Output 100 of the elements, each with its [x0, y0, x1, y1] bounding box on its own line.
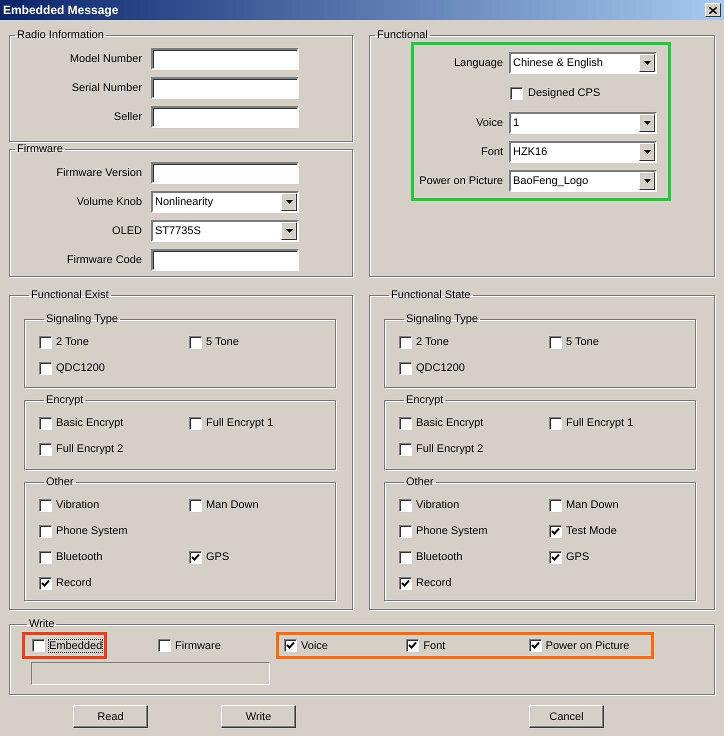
caret-icon: [644, 150, 650, 154]
checkbox-label: Record: [416, 577, 452, 589]
dropdown-arrow-button[interactable]: [639, 54, 655, 72]
field-label: OLED: [111, 225, 142, 237]
checkbox-label: Basic Encrypt: [416, 417, 484, 429]
field-label: Power on Picture: [418, 175, 503, 187]
checkbox-label: Bluetooth: [56, 551, 102, 563]
checkbox[interactable]: [549, 550, 562, 564]
checkbox[interactable]: [284, 639, 297, 652]
text-field[interactable]: [151, 106, 299, 128]
checkbox[interactable]: [549, 498, 562, 512]
checkbox[interactable]: [406, 639, 420, 652]
dropdown-arrow-button[interactable]: [639, 114, 655, 132]
dropdown[interactable]: HZK16: [509, 141, 657, 163]
checkbox[interactable]: [399, 416, 412, 430]
group-title: Signaling Type: [45, 313, 119, 326]
group-title: Other: [45, 476, 75, 489]
checkbox[interactable]: [399, 550, 412, 564]
checkbox[interactable]: [39, 442, 52, 456]
group-title: Other: [405, 476, 435, 489]
close-icon: [709, 6, 717, 14]
group-title: Radio Information: [16, 29, 105, 42]
checkbox[interactable]: [189, 416, 202, 430]
window-title: Embedded Message: [3, 3, 118, 17]
text-field[interactable]: [151, 77, 299, 99]
dropdown-arrow-button[interactable]: [639, 143, 655, 161]
checkbox[interactable]: [39, 550, 52, 564]
checkbox[interactable]: [158, 639, 171, 652]
dropdown[interactable]: BaoFeng_Logo: [509, 170, 657, 192]
group-title: Functional State: [390, 289, 472, 302]
dropdown-arrow-button[interactable]: [639, 172, 655, 190]
checkbox-label: Basic Encrypt: [56, 417, 124, 429]
checkbox-label: Man Down: [566, 499, 619, 511]
text-field[interactable]: [151, 249, 299, 271]
checkbox-label: Firmware: [175, 640, 221, 652]
dropdown[interactable]: ST7735S: [151, 220, 299, 242]
dropdown-arrow-button[interactable]: [281, 222, 297, 240]
checkbox-label: Vibration: [56, 499, 100, 511]
dropdown[interactable]: 1: [509, 112, 657, 134]
checkbox[interactable]: [39, 576, 52, 590]
checkbox[interactable]: [528, 639, 542, 652]
checkbox[interactable]: [189, 336, 202, 348]
checkbox-label: Phone System: [416, 525, 488, 537]
checkbox[interactable]: [39, 498, 52, 512]
checkbox-label: GPS: [206, 551, 230, 563]
dropdown[interactable]: Chinese & English: [509, 52, 657, 74]
group-title: Encrypt: [45, 394, 84, 407]
checkbox[interactable]: [189, 498, 202, 512]
caret-icon: [286, 229, 292, 233]
checkbox-label: Vibration: [416, 499, 460, 511]
checkbox[interactable]: [549, 416, 562, 430]
checkbox[interactable]: [399, 362, 412, 374]
dialog-button[interactable]: Write: [221, 705, 296, 728]
field-label: Firmware Version: [55, 167, 142, 179]
checkbox[interactable]: [549, 524, 562, 538]
checkbox[interactable]: [510, 86, 523, 100]
checkbox-label: Record: [56, 577, 92, 589]
caret-icon: [286, 200, 292, 204]
checkbox[interactable]: [39, 336, 52, 348]
dropdown[interactable]: Nonlinearity: [151, 191, 299, 213]
caret-icon: [644, 61, 650, 65]
checkbox[interactable]: [399, 442, 412, 456]
group-title: Write: [28, 618, 56, 631]
dropdown-arrow-button[interactable]: [281, 193, 297, 211]
checkbox[interactable]: [39, 416, 52, 430]
checkbox-label: Voice: [301, 640, 328, 652]
checkbox-label: 5 Tone: [566, 336, 599, 348]
checkbox[interactable]: [39, 362, 52, 374]
checkbox[interactable]: [189, 550, 202, 564]
field-label: Volume Knob: [76, 196, 142, 208]
text-field[interactable]: [151, 162, 299, 184]
checkbox-label: 2 Tone: [416, 336, 449, 348]
checkbox[interactable]: [399, 524, 412, 538]
group-title: Signaling Type: [405, 313, 479, 326]
checkbox-label: Phone System: [56, 525, 128, 537]
caret-icon: [644, 121, 650, 125]
group-title: Functional: [376, 29, 429, 42]
group-title: Functional Exist: [30, 289, 110, 302]
field-label: Seller: [112, 111, 142, 123]
dialog-button[interactable]: Read: [73, 705, 148, 728]
checkbox-label: Full Encrypt 1: [566, 417, 634, 429]
field-label: Model Number: [68, 53, 142, 65]
close-button[interactable]: [705, 3, 721, 17]
checkbox[interactable]: [399, 336, 412, 348]
checkbox[interactable]: [399, 576, 412, 590]
text-field[interactable]: [151, 48, 299, 70]
checkbox[interactable]: [32, 639, 45, 652]
caret-icon: [644, 179, 650, 183]
checkbox-label: Full Encrypt 2: [56, 443, 124, 455]
group-title: Firmware: [16, 143, 64, 156]
checkbox[interactable]: [399, 498, 412, 512]
dialog-button[interactable]: Cancel: [529, 705, 604, 728]
checkbox-label: Embedded: [49, 640, 102, 652]
checkbox-label: QDC1200: [416, 362, 465, 374]
field-label: Voice: [475, 117, 503, 129]
checkbox[interactable]: [39, 524, 52, 538]
checkbox-label: Bluetooth: [416, 551, 462, 563]
checkbox-label: Test Mode: [566, 525, 617, 537]
checkbox-label: Power on Picture: [546, 640, 630, 652]
checkbox[interactable]: [549, 336, 562, 348]
